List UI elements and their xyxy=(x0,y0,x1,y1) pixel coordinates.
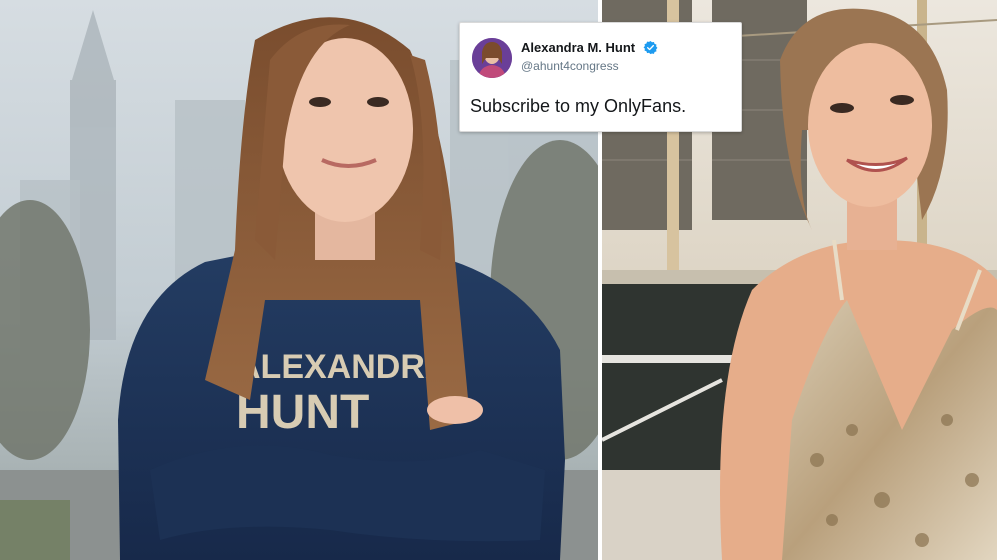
avatar-portrait-icon xyxy=(472,38,512,78)
verified-badge-icon xyxy=(643,40,658,55)
sweatshirt-text-line1: ALEXANDRA xyxy=(236,348,449,386)
profile-avatar[interactable] xyxy=(472,38,512,78)
account-handle[interactable]: @ahunt4congress xyxy=(521,59,619,73)
tweet-text: Subscribe to my OnlyFans. xyxy=(470,96,687,116)
sweatshirt-text-line2: HUNT xyxy=(236,386,369,439)
tweet-card[interactable]: Alexandra M. Hunt @ahunt4congress Subscr… xyxy=(459,22,742,132)
display-name[interactable]: Alexandra M. Hunt xyxy=(521,40,635,55)
